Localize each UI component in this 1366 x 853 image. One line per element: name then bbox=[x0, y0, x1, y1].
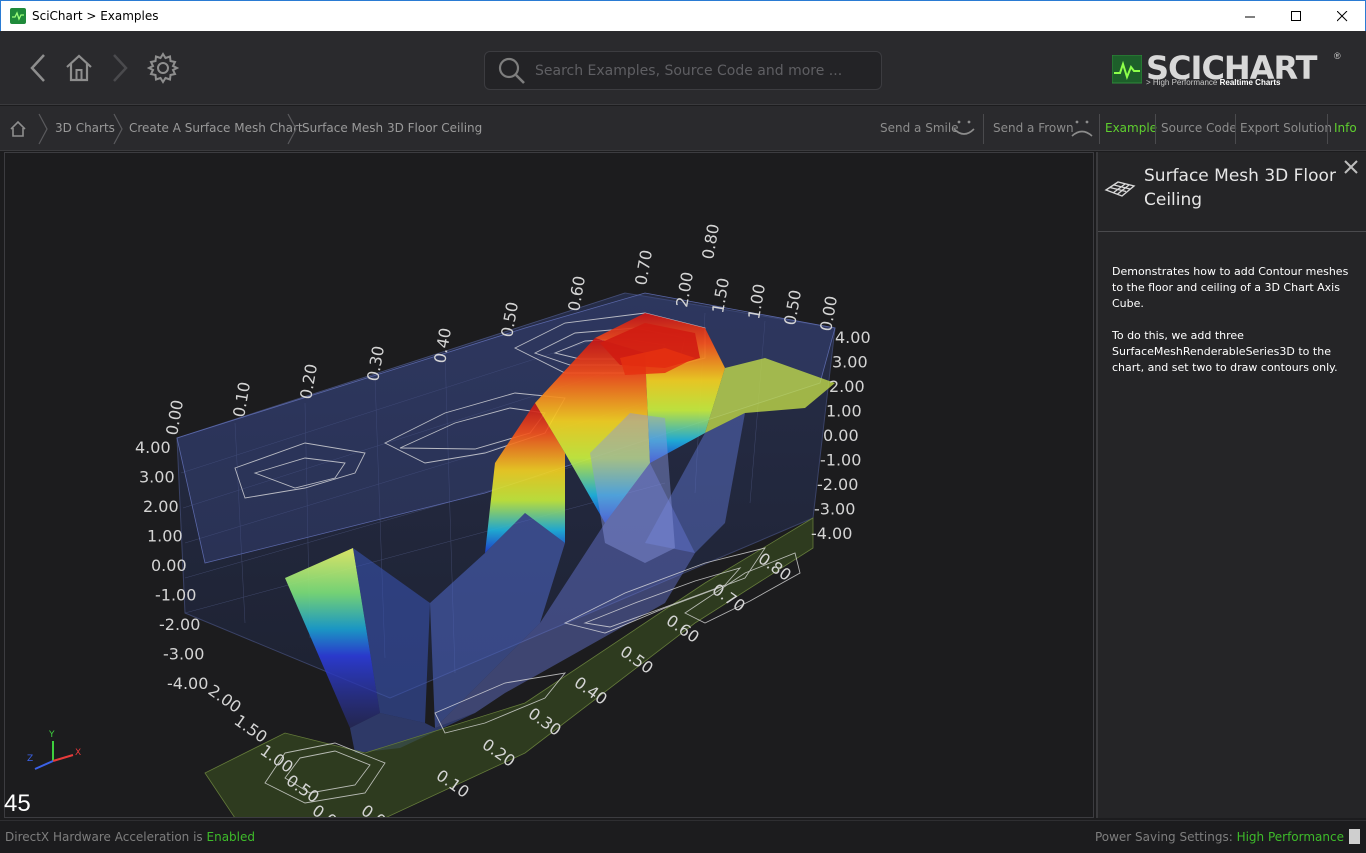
y-axis-right-tick: 0.00 bbox=[823, 426, 859, 445]
breadcrumb-item-3d-charts[interactable]: 3D Charts bbox=[55, 121, 115, 135]
logo-icon bbox=[1112, 55, 1142, 84]
send-frown-button[interactable]: Send a Frown bbox=[993, 121, 1074, 135]
hw-status-label: DirectX Hardware Acceleration is bbox=[5, 830, 207, 844]
logo-tag-bold: Realtime Charts bbox=[1219, 78, 1281, 87]
logo-tagline: > High Performance Realtime Charts bbox=[1146, 78, 1281, 87]
window-titlebar: SciChart > Examples bbox=[0, 0, 1366, 31]
description-paragraph-2: To do this, we add three SurfaceMeshRend… bbox=[1112, 329, 1338, 374]
gizmo-x-label: X bbox=[75, 748, 81, 758]
tab-info[interactable]: Info bbox=[1334, 121, 1357, 135]
info-panel-title: Surface Mesh 3D Floor Ceiling bbox=[1144, 166, 1336, 210]
y-axis-right-tick: -4.00 bbox=[811, 524, 852, 543]
breadcrumb-home-icon[interactable] bbox=[9, 120, 27, 138]
search-input[interactable] bbox=[535, 62, 875, 79]
gear-icon bbox=[147, 52, 179, 84]
y-axis-left-tick: 4.00 bbox=[135, 438, 171, 457]
scichart-logo: SCICHART ® > High Performance Realtime C… bbox=[1112, 49, 1348, 91]
breadcrumb: 3D Charts Create A Surface Mesh Chart Su… bbox=[0, 106, 1366, 151]
z-axis-far-tick: 0.50 bbox=[780, 288, 805, 326]
breadcrumb-separator-icon bbox=[113, 113, 123, 145]
info-panel: Surface Mesh 3D Floor Ceiling Demonstrat… bbox=[1096, 152, 1366, 818]
maximize-icon bbox=[1290, 10, 1301, 21]
y-axis-right-tick: 1.00 bbox=[826, 402, 862, 421]
back-button[interactable] bbox=[20, 50, 56, 86]
close-icon bbox=[1336, 10, 1347, 21]
close-window-button[interactable] bbox=[1319, 1, 1365, 31]
y-axis-left-tick: 1.00 bbox=[147, 527, 183, 546]
search-icon bbox=[498, 57, 525, 84]
y-axis-left-tick: 0.00 bbox=[151, 556, 187, 575]
axis-gizmo: Y X Z bbox=[27, 730, 81, 770]
x-axis-far-tick: 0.10 bbox=[229, 380, 254, 418]
chevron-right-icon bbox=[113, 54, 128, 82]
home-button[interactable] bbox=[61, 50, 97, 86]
top-toolbar: SCICHART ® > High Performance Realtime C… bbox=[0, 31, 1366, 105]
settings-button[interactable] bbox=[145, 50, 181, 86]
y-axis-right-tick: -1.00 bbox=[820, 451, 861, 470]
x-axis-far-tick: 0.00 bbox=[162, 398, 187, 436]
y-axis-left-tick: -4.00 bbox=[167, 674, 208, 693]
z-axis-near-tick: 1.50 bbox=[231, 711, 271, 747]
y-axis-right-tick: 4.00 bbox=[835, 328, 871, 347]
y-axis-left-tick: 2.00 bbox=[143, 497, 179, 516]
breadcrumb-separator-icon bbox=[38, 113, 48, 145]
y-axis-left-tick: -2.00 bbox=[159, 615, 200, 634]
forward-button[interactable] bbox=[102, 50, 138, 86]
power-status-value[interactable]: High Performance bbox=[1237, 830, 1344, 844]
y-axis-right-tick: -2.00 bbox=[817, 475, 858, 494]
power-status-label: Power Saving Settings: bbox=[1094, 830, 1237, 844]
status-bar: DirectX Hardware Acceleration is Enabled… bbox=[0, 820, 1366, 853]
resize-grip[interactable] bbox=[1349, 829, 1360, 844]
info-panel-description: Demonstrates how to add Contour meshes t… bbox=[1112, 264, 1352, 376]
description-paragraph-1: Demonstrates how to add Contour meshes t… bbox=[1112, 265, 1349, 310]
fps-counter: 45 bbox=[4, 790, 31, 817]
z-axis-near-tick: 2.00 bbox=[205, 681, 245, 717]
app-icon bbox=[10, 8, 26, 24]
export-solution-button[interactable]: Export Solution bbox=[1240, 121, 1332, 135]
gizmo-z-label: Z bbox=[27, 754, 33, 764]
logo-tag-prefix: > High Performance bbox=[1146, 78, 1220, 87]
surface-mesh-icon bbox=[1104, 181, 1136, 197]
y-axis-left-tick: -1.00 bbox=[155, 586, 196, 605]
maximize-button[interactable] bbox=[1273, 1, 1319, 31]
send-smile-button[interactable]: Send a Smile bbox=[880, 121, 959, 135]
breadcrumb-separator-icon bbox=[287, 113, 297, 145]
minimize-button[interactable] bbox=[1227, 1, 1273, 31]
breadcrumb-item-surface-mesh[interactable]: Create A Surface Mesh Chart bbox=[129, 121, 303, 135]
y-axis-left-tick: -3.00 bbox=[163, 645, 204, 664]
hw-status-value: Enabled bbox=[206, 830, 256, 844]
close-icon[interactable] bbox=[1342, 158, 1360, 176]
y-axis-left-tick: 3.00 bbox=[139, 468, 175, 487]
search-box[interactable] bbox=[484, 51, 882, 90]
y-axis-right-tick: 3.00 bbox=[832, 353, 868, 372]
surface-mesh-3d-chart[interactable]: 4.00 3.00 2.00 1.00 0.00 -1.00 -2.00 -3.00 -4.00… bbox=[5, 153, 1094, 818]
home-icon bbox=[66, 54, 92, 82]
chart-surface[interactable]: 4.00 3.00 2.00 1.00 0.00 -1.00 -2.00 -3.00 -4.00… bbox=[4, 152, 1094, 818]
frown-icon bbox=[1071, 120, 1093, 137]
power-saving-status: Power Saving Settings: High Performance bbox=[1095, 830, 1344, 844]
gizmo-y-label: Y bbox=[48, 730, 55, 740]
x-axis-far-tick: 0.70 bbox=[631, 248, 656, 286]
minimize-icon bbox=[1244, 16, 1255, 17]
logo-registered: ® bbox=[1334, 51, 1341, 61]
window-title: SciChart > Examples bbox=[32, 9, 159, 23]
hardware-acceleration-status: DirectX Hardware Acceleration is Enabled bbox=[5, 830, 255, 844]
y-axis-right-tick: 2.00 bbox=[829, 377, 865, 396]
smile-icon bbox=[953, 120, 975, 135]
tab-source-code[interactable]: Source Code bbox=[1161, 121, 1237, 135]
tab-example[interactable]: Example bbox=[1105, 121, 1157, 135]
x-axis-far-tick: 0.80 bbox=[698, 222, 723, 260]
breadcrumb-item-current: Surface Mesh 3D Floor Ceiling bbox=[302, 121, 483, 135]
chevron-left-icon bbox=[30, 54, 45, 82]
y-axis-right-tick: -3.00 bbox=[814, 500, 855, 519]
z-axis-far-tick: 0.00 bbox=[816, 294, 841, 332]
